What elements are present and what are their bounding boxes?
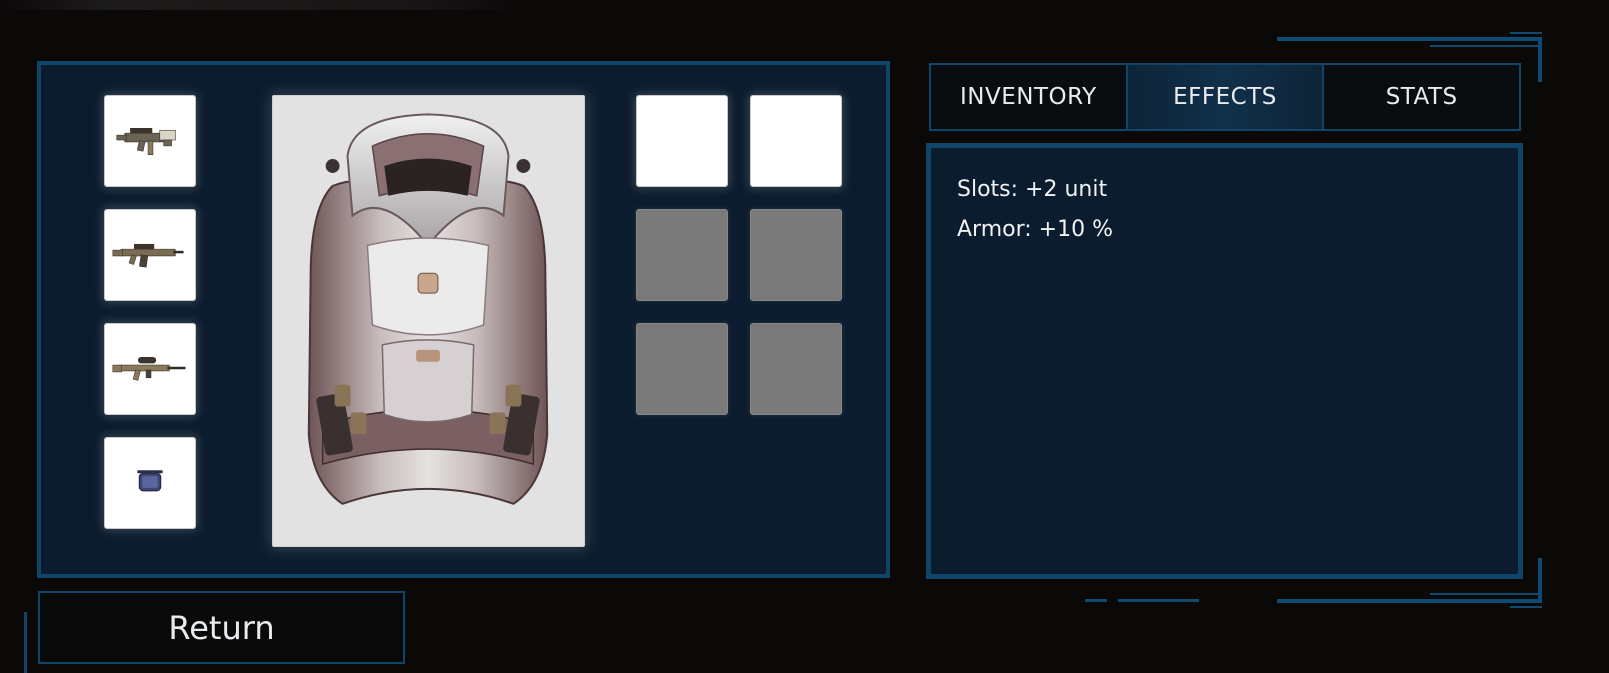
frame-line-bottom-short (1510, 606, 1542, 608)
tab-inventory[interactable]: INVENTORY (929, 63, 1128, 131)
frame-line-top-short (1510, 32, 1542, 34)
armor-vest-icon (307, 113, 549, 505)
frame-line-right-top (1538, 37, 1542, 82)
left-accent-line (24, 612, 27, 673)
scoped-rifle-icon (112, 356, 186, 381)
attachment-slot-5 (636, 323, 728, 415)
frame-line-bottom (1277, 599, 1542, 603)
smg-icon (116, 127, 176, 155)
tab-effects[interactable]: EFFECTS (1125, 63, 1325, 131)
effect-slots: Slots: +2 unit (957, 177, 1108, 202)
frame-line-top-inner (1430, 45, 1540, 47)
effect-armor: Armor: +10 % (957, 217, 1113, 242)
item-preview (272, 95, 585, 547)
frame-line-top (1277, 37, 1542, 41)
top-glow (0, 0, 520, 10)
weapon-slot-3[interactable] (104, 323, 196, 415)
weapon-slot-4[interactable] (104, 437, 196, 529)
frame-line-bottom-inner (1430, 593, 1540, 595)
return-button[interactable]: Return (38, 591, 405, 664)
attachment-slot-6 (750, 323, 842, 415)
frame-line-right-bottom (1538, 558, 1542, 603)
weapon-slot-2[interactable] (104, 209, 196, 301)
tab-stats[interactable]: STATS (1322, 63, 1522, 131)
equipment-panel (37, 61, 890, 578)
device-icon (137, 470, 163, 492)
attachment-slot-4 (750, 209, 842, 301)
assault-rifle-icon (112, 243, 184, 268)
attachment-slot-2[interactable] (750, 95, 842, 187)
frame-dash-2 (1085, 599, 1107, 602)
attachment-slot-3 (636, 209, 728, 301)
weapon-slot-1[interactable] (104, 95, 196, 187)
attachment-slot-1[interactable] (636, 95, 728, 187)
frame-dash-1 (1118, 599, 1199, 602)
tab-bar: INVENTORY EFFECTS STATS (929, 63, 1522, 131)
effects-panel: Slots: +2 unit Armor: +10 % (926, 143, 1523, 579)
